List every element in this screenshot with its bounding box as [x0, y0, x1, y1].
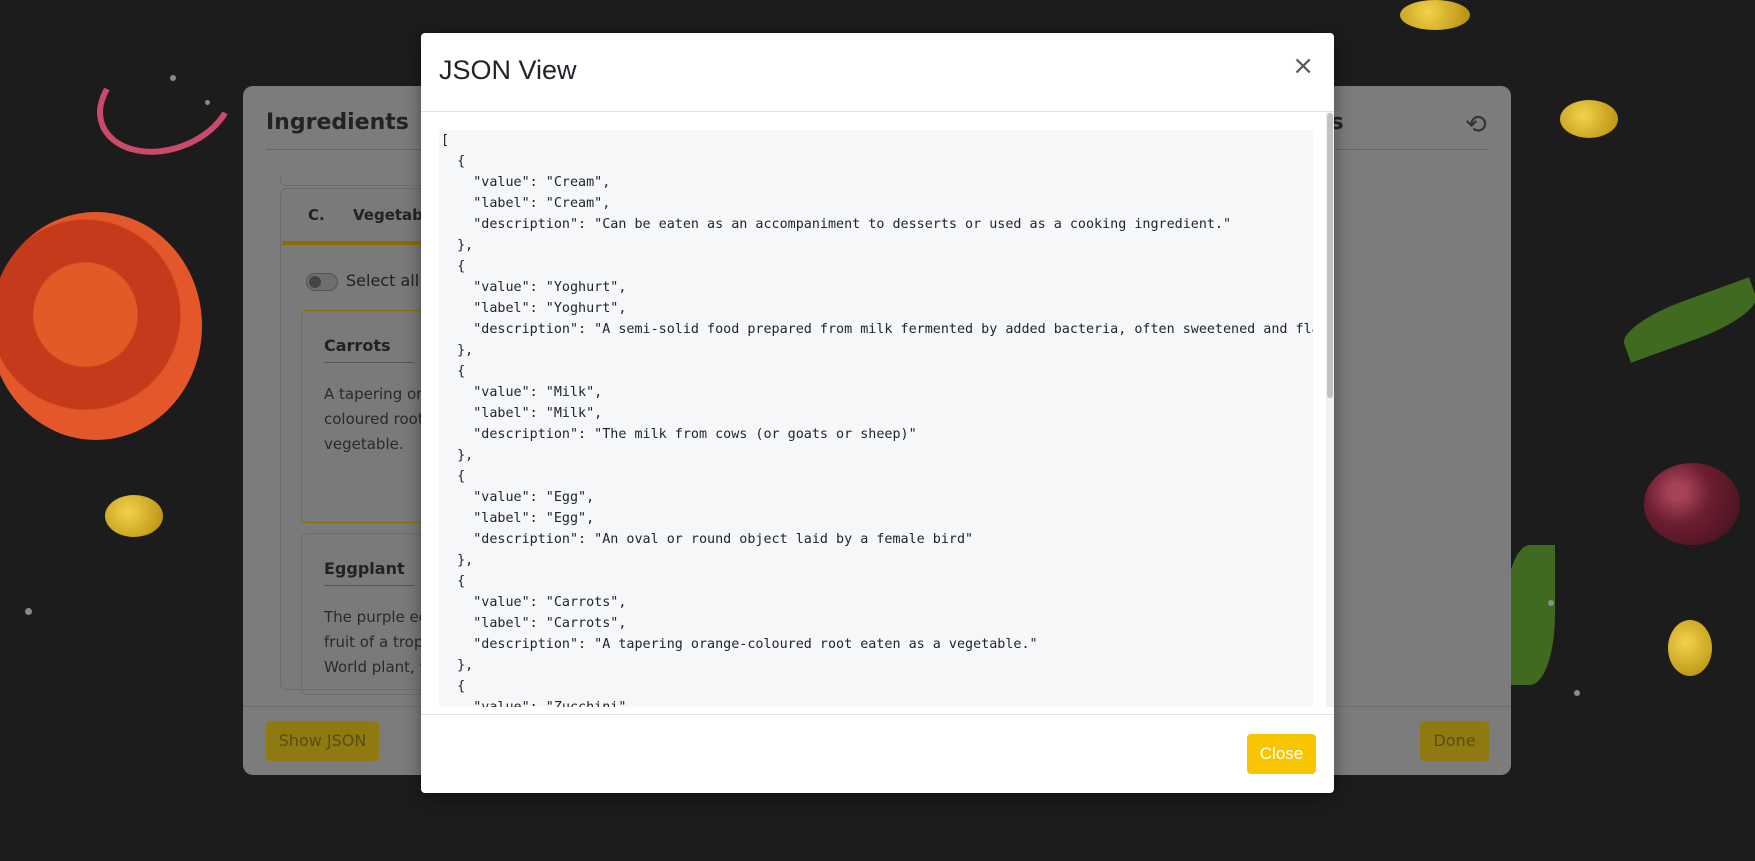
scrollbar-thumb[interactable] [1327, 113, 1333, 398]
modal-header: JSON View × [421, 33, 1334, 112]
close-icon[interactable]: × [1292, 51, 1314, 81]
modal-footer: Close [421, 714, 1334, 794]
json-view-modal: JSON View × [ { "value": "Cream", "label… [421, 33, 1334, 793]
modal-body: [ { "value": "Cream", "label": "Cream", … [421, 112, 1334, 707]
json-code-block: [ { "value": "Cream", "label": "Cream", … [439, 130, 1313, 707]
json-text: [ { "value": "Cream", "label": "Cream", … [441, 133, 1313, 707]
close-button[interactable]: Close [1247, 734, 1316, 774]
modal-title: JSON View [439, 55, 577, 85]
